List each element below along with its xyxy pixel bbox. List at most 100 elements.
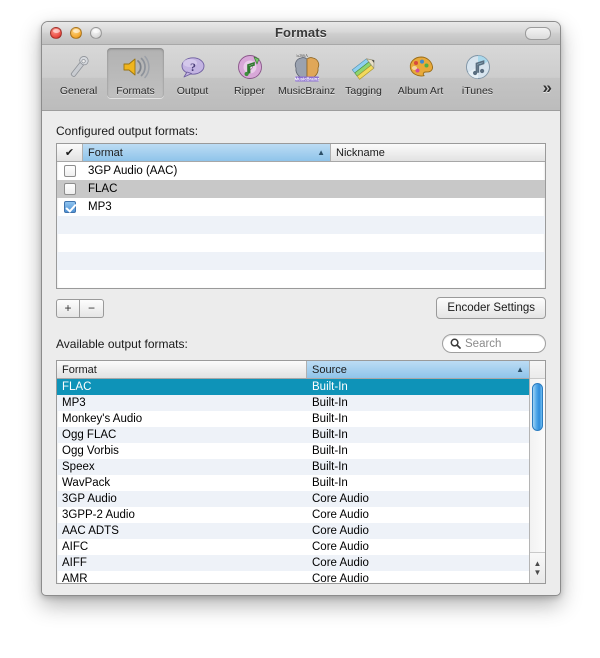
configured-formats-table: ✔ Format ▲ Nickname 3GP Audio (AAC) FLAC…: [56, 143, 546, 289]
toolbar-item-itunes[interactable]: iTunes: [449, 48, 506, 98]
toolbar-item-ripper[interactable]: Ripper: [221, 48, 278, 98]
scroll-up-icon[interactable]: ▲: [534, 559, 542, 568]
pencil-icon: [335, 50, 392, 84]
format-enabled-checkbox[interactable]: [64, 201, 76, 213]
scroll-down-icon[interactable]: ▼: [534, 568, 542, 577]
list-item[interactable]: FLAC Built-In: [57, 379, 529, 395]
configured-table-header: ✔ Format ▲ Nickname: [57, 144, 545, 162]
toolbar-item-formats[interactable]: Formats: [107, 48, 164, 98]
available-list-scrollbar[interactable]: ▲ ▼: [529, 361, 545, 583]
toolbar-label-musicbrainz: MusicBrainz: [278, 85, 336, 97]
scrollbar-thumb[interactable]: [532, 383, 543, 431]
preferences-body: Configured output formats: ✔ Format ▲ Ni…: [42, 111, 560, 594]
table-row[interactable]: MP3: [57, 198, 545, 216]
toolbar-item-musicbrainz[interactable]: \u266A MusicBrainz MusicBrainz: [278, 48, 335, 98]
toolbar-label-tagging: Tagging: [345, 85, 382, 97]
list-item-source: Core Audio: [312, 493, 369, 505]
format-enabled-checkbox[interactable]: [64, 183, 76, 195]
row-format-cell: FLAC: [88, 183, 118, 195]
toolbar-item-album-art[interactable]: Album Art: [392, 48, 449, 98]
list-item-source: Built-In: [312, 477, 348, 489]
column-header-source[interactable]: Source ▲: [307, 361, 529, 378]
table-empty-row: [57, 234, 545, 252]
column-header-nickname[interactable]: Nickname: [331, 144, 545, 161]
toolbar-overflow-icon[interactable]: »: [543, 78, 552, 98]
toolbar-label-ripper: Ripper: [234, 85, 265, 97]
list-item[interactable]: Speex Built-In: [57, 459, 529, 475]
search-input[interactable]: Search: [442, 334, 546, 353]
toolbar-item-general[interactable]: General: [50, 48, 107, 98]
available-formats-label: Available output formats:: [56, 337, 188, 351]
row-checkbox-cell[interactable]: [57, 201, 83, 213]
sort-ascending-icon: ▲: [317, 148, 325, 157]
column-header-nickname-label: Nickname: [336, 146, 385, 159]
configured-formats-label: Configured output formats:: [56, 124, 199, 138]
svg-text:\u266A: \u266A: [296, 53, 308, 58]
list-item-format: FLAC: [62, 381, 92, 393]
search-icon: [450, 338, 461, 349]
toolbar-label-itunes: iTunes: [461, 85, 494, 97]
list-item[interactable]: WavPack Built-In: [57, 475, 529, 491]
toolbar-item-tagging[interactable]: Tagging: [335, 48, 392, 98]
list-item-source: Built-In: [312, 445, 348, 457]
table-empty-row: [57, 252, 545, 270]
list-item-format: Monkey's Audio: [62, 413, 143, 425]
column-header-format-label: Format: [62, 363, 97, 376]
table-empty-row: [57, 216, 545, 234]
brain-icon: \u266A MusicBrainz: [278, 50, 335, 84]
question-bubble-icon: ?: [164, 50, 221, 84]
toolbar-label-album-art: Album Art: [397, 85, 444, 97]
list-item[interactable]: MP3 Built-In: [57, 395, 529, 411]
row-format-cell: 3GP Audio (AAC): [88, 165, 178, 177]
add-format-button[interactable]: +: [56, 298, 80, 318]
list-item-source: Built-In: [312, 397, 348, 409]
row-checkbox-cell[interactable]: [57, 183, 83, 195]
preferences-window: Formats General Formats ? Output Ripper …: [41, 21, 561, 596]
column-header-format-label: Format: [88, 146, 123, 159]
toolbar-label-general: General: [59, 85, 98, 97]
list-item[interactable]: AMR Core Audio: [57, 571, 529, 583]
list-item[interactable]: 3GP Audio Core Audio: [57, 491, 529, 507]
list-item[interactable]: AIFF Core Audio: [57, 555, 529, 571]
toolbar-toggle-button[interactable]: [525, 27, 551, 40]
list-item[interactable]: 3GPP-2 Audio Core Audio: [57, 507, 529, 523]
list-item-format: MP3: [62, 397, 86, 409]
list-item-source: Built-In: [312, 461, 348, 473]
format-enabled-checkbox[interactable]: [64, 165, 76, 177]
add-remove-segmented-control: + −: [56, 298, 104, 318]
row-checkbox-cell[interactable]: [57, 165, 83, 177]
list-item-source: Built-In: [312, 381, 348, 393]
scrollbar-arrows: ▲ ▼: [530, 552, 545, 583]
configured-formats-buttons: + − Encoder Settings: [56, 297, 546, 319]
cd-note-icon: [221, 50, 278, 84]
available-formats-header: Available output formats: Search: [56, 319, 546, 356]
encoder-settings-button[interactable]: Encoder Settings: [436, 297, 546, 319]
table-row[interactable]: 3GP Audio (AAC): [57, 162, 545, 180]
column-header-format[interactable]: Format ▲: [83, 144, 331, 161]
remove-format-button[interactable]: −: [80, 298, 104, 318]
search-placeholder: Search: [465, 337, 502, 350]
list-item[interactable]: Ogg FLAC Built-In: [57, 427, 529, 443]
column-header-check[interactable]: ✔: [57, 144, 83, 161]
list-item[interactable]: AIFC Core Audio: [57, 539, 529, 555]
list-item-format: Speex: [62, 461, 95, 473]
list-item[interactable]: AAC ADTS Core Audio: [57, 523, 529, 539]
list-item-format: AAC ADTS: [62, 525, 119, 537]
speaker-icon: [107, 50, 164, 84]
svg-text:MusicBrainz: MusicBrainz: [294, 77, 319, 82]
column-header-format[interactable]: Format: [57, 361, 307, 378]
itunes-cd-icon: [449, 50, 506, 84]
table-row[interactable]: FLAC: [57, 180, 545, 198]
window-title: Formats: [275, 25, 327, 40]
list-item-source: Core Audio: [312, 525, 369, 537]
row-format-cell: MP3: [88, 201, 112, 213]
list-item-format: Ogg Vorbis: [62, 445, 119, 457]
toolbar-item-output[interactable]: ? Output: [164, 48, 221, 98]
toolbar-label-formats: Formats: [116, 85, 155, 97]
window-titlebar: Formats: [42, 22, 560, 45]
list-item[interactable]: Monkey's Audio Built-In: [57, 411, 529, 427]
list-item-source: Core Audio: [312, 557, 369, 569]
list-item-format: Ogg FLAC: [62, 429, 117, 441]
table-empty-row: [57, 270, 545, 288]
list-item[interactable]: Ogg Vorbis Built-In: [57, 443, 529, 459]
